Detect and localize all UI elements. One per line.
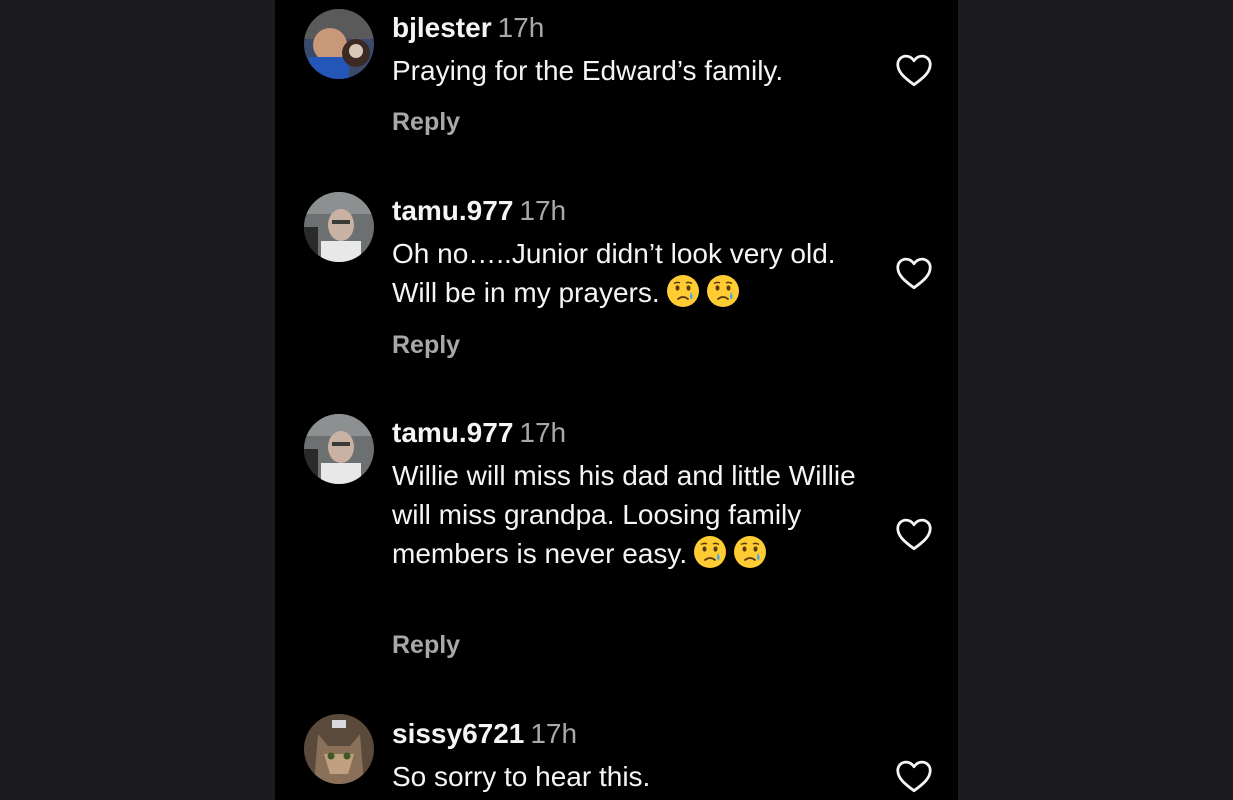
comment-timestamp: 17h: [497, 12, 545, 43]
comment-text: Willie will miss his dad and little Will…: [392, 456, 882, 573]
comment-text: So sorry to hear this.: [392, 757, 882, 796]
comment-username[interactable]: tamu.977: [392, 195, 513, 226]
comment-timestamp: 17h: [519, 195, 567, 226]
reply-button[interactable]: Reply: [392, 108, 460, 137]
crying-face-emoji: [734, 536, 767, 568]
comment-text: Oh no…..Junior didn’t look very old. Wil…: [392, 234, 882, 312]
reply-button[interactable]: Reply: [392, 331, 460, 360]
heart-outline-icon[interactable]: [895, 256, 933, 290]
heart-outline-icon[interactable]: [895, 53, 933, 87]
comment-username[interactable]: sissy6721: [392, 718, 524, 749]
crying-face-emoji: [666, 275, 699, 307]
avatar[interactable]: [304, 714, 374, 784]
comment-username[interactable]: bjlester: [392, 12, 492, 43]
crying-face-emoji: [694, 536, 727, 568]
comment-text-content: Willie will miss his dad and little Will…: [392, 460, 856, 569]
heart-outline-icon[interactable]: [895, 759, 933, 793]
avatar[interactable]: [304, 192, 374, 262]
comment-text-content: So sorry to hear this.: [392, 761, 651, 792]
comment-timestamp: 17h: [530, 718, 578, 749]
comment-text-content: Oh no…..Junior didn’t look very old. Wil…: [392, 238, 836, 308]
comment-text: Praying for the Edward’s family.: [392, 51, 882, 90]
comment-timestamp: 17h: [519, 417, 567, 448]
comment-text-content: Praying for the Edward’s family.: [392, 55, 784, 86]
reply-button[interactable]: Reply: [392, 631, 460, 660]
avatar[interactable]: [304, 9, 374, 79]
comment-username[interactable]: tamu.977: [392, 417, 513, 448]
avatar[interactable]: [304, 414, 374, 484]
crying-face-emoji: [706, 275, 739, 307]
comments-panel: bjlester 17h Praying for the Edward’s fam…: [275, 0, 958, 800]
heart-outline-icon[interactable]: [895, 517, 933, 551]
